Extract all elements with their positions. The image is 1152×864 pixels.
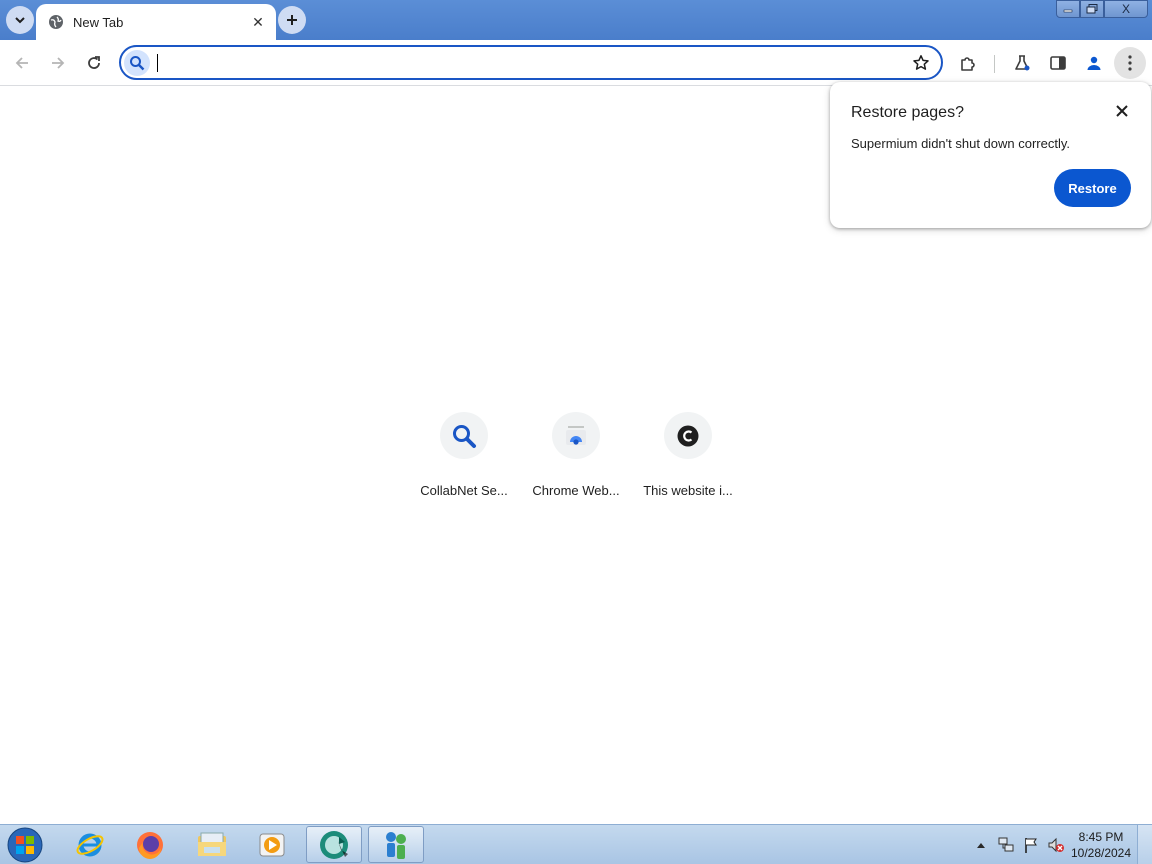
tab-close-icon[interactable]: ✕ <box>250 14 266 30</box>
tray-network[interactable] <box>995 834 1017 856</box>
system-tray <box>970 825 1070 864</box>
browser-toolbar <box>0 40 1152 86</box>
back-button[interactable] <box>6 47 38 79</box>
shortcut-tile[interactable]: CollabNet Se... <box>414 408 514 498</box>
address-input[interactable] <box>157 52 897 74</box>
shortcut-tiles: CollabNet Se... Chrome Web... This websi… <box>414 408 744 498</box>
taskbar-clock[interactable]: 8:45 PM 10/28/2024 <box>1068 829 1134 861</box>
restore-button[interactable]: Restore <box>1054 169 1131 207</box>
toolbar-separator <box>994 55 995 73</box>
flask-icon <box>1015 55 1030 71</box>
shortcut-label: This website i... <box>643 483 733 498</box>
shortcut-label: Chrome Web... <box>532 483 620 498</box>
reload-button[interactable] <box>78 47 110 79</box>
network-icon <box>998 837 1014 852</box>
reload-icon <box>88 56 100 69</box>
restore-icon <box>1086 4 1098 14</box>
tray-overflow-button[interactable] <box>970 834 992 856</box>
window-minimize-button[interactable] <box>1056 0 1080 18</box>
plus-icon <box>287 15 297 25</box>
clock-time: 8:45 PM <box>1078 830 1124 844</box>
tray-volume[interactable] <box>1045 834 1067 856</box>
labs-button[interactable] <box>1006 47 1038 79</box>
windows-start-icon <box>7 827 43 863</box>
globe-icon <box>49 15 63 29</box>
shortcut-icon-container <box>664 412 712 459</box>
volume-muted-icon <box>1048 837 1064 853</box>
side-panel-button[interactable] <box>1042 47 1074 79</box>
file-explorer-icon <box>198 832 226 856</box>
start-button[interactable] <box>4 827 46 863</box>
clock-date: 10/28/2024 <box>1070 846 1132 860</box>
close-icon <box>1116 105 1128 117</box>
puzzle-icon <box>961 57 975 71</box>
show-desktop-button[interactable] <box>1137 825 1152 864</box>
extensions-button[interactable] <box>952 47 984 79</box>
dialog-close-button[interactable] <box>1113 102 1131 120</box>
shortcut-tile[interactable]: Chrome Web... <box>526 408 626 498</box>
windows-taskbar: 8:45 PM 10/28/2024 <box>0 824 1152 864</box>
shortcut-icon-container <box>440 412 488 459</box>
new-tab-button[interactable] <box>278 6 306 34</box>
omnibox-search-icon <box>124 50 150 76</box>
shortcut-tile[interactable]: This website i... <box>638 408 738 498</box>
firefox-icon <box>137 831 163 859</box>
arrow-left-icon <box>15 57 28 69</box>
search-icon <box>453 424 476 448</box>
chrome-web-store-icon <box>566 425 586 445</box>
tray-action-center[interactable] <box>1020 834 1042 856</box>
tab-new-tab[interactable]: New Tab ✕ <box>36 4 276 40</box>
taskbar-app-file-explorer[interactable] <box>184 826 240 863</box>
side-panel-icon <box>1050 56 1066 70</box>
window-close-button[interactable]: X <box>1104 0 1148 18</box>
network-people-icon <box>386 831 406 859</box>
supermium-icon <box>320 830 348 859</box>
tab-search-button[interactable] <box>6 6 34 34</box>
restore-pages-dialog: Restore pages? Supermium didn't shut dow… <box>830 82 1151 228</box>
forward-button[interactable] <box>42 47 74 79</box>
omnibox[interactable] <box>119 45 943 80</box>
shortcut-icon-container <box>552 412 600 459</box>
browser-titlebar: New Tab ✕ X <box>0 0 1152 40</box>
profile-button[interactable] <box>1078 47 1110 79</box>
tray-arrow-icon <box>977 843 985 848</box>
shortcut-label: CollabNet Se... <box>420 483 508 498</box>
close-icon: X <box>1121 2 1130 16</box>
taskbar-app-supermium[interactable] <box>306 826 362 863</box>
media-player-icon <box>259 833 285 856</box>
text-caret <box>157 54 158 72</box>
menu-button[interactable] <box>1114 47 1146 79</box>
internet-explorer-icon <box>76 833 104 856</box>
dialog-message: Supermium didn't shut down correctly. <box>851 136 1071 151</box>
dialog-title: Restore pages? <box>851 104 964 121</box>
taskbar-app-firefox[interactable] <box>122 826 178 863</box>
taskbar-app-media-player[interactable] <box>244 826 300 863</box>
kebab-menu-icon <box>1128 55 1132 71</box>
bookmark-star-button[interactable] <box>911 53 931 73</box>
search-icon <box>130 56 145 71</box>
window-restore-button[interactable] <box>1080 0 1104 18</box>
tab-title: New Tab <box>73 14 124 30</box>
c-letter-icon <box>677 425 699 446</box>
action-center-flag-icon <box>1025 838 1037 853</box>
person-icon <box>1087 56 1101 70</box>
arrow-right-icon <box>52 57 65 69</box>
minimize-icon <box>1063 9 1073 13</box>
taskbar-app-network-people[interactable] <box>368 826 424 863</box>
taskbar-app-internet-explorer[interactable] <box>62 826 118 863</box>
chevron-down-icon <box>15 17 25 24</box>
star-icon <box>913 55 929 70</box>
